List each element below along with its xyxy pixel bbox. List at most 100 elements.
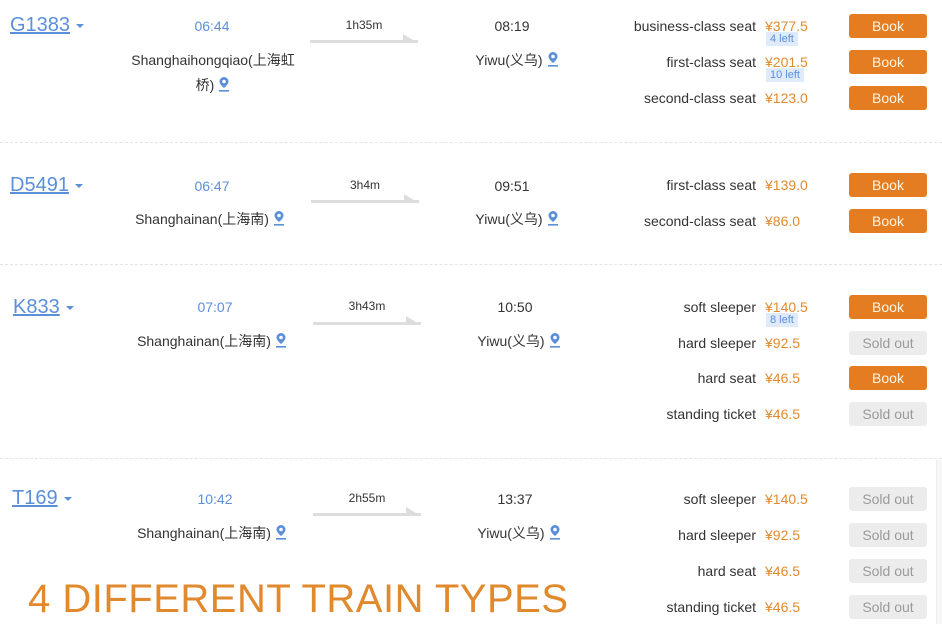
arrival-time: 09:51 (494, 178, 530, 194)
to-station: Yiwu(义乌) (462, 207, 572, 232)
train-number: T169 (12, 487, 58, 509)
seat-type: soft sleeper (683, 491, 756, 507)
seat-option: soft sleeper ¥140.5 8 left Book (560, 295, 942, 327)
caret-down-icon[interactable] (65, 305, 74, 310)
train-number: D5491 (10, 174, 69, 196)
map-pin-icon[interactable] (547, 51, 559, 67)
sold-out-button[interactable]: Sold out (849, 559, 927, 583)
to-station-name: Yiwu(义乌) (477, 525, 545, 541)
seat-price: ¥139.0 (765, 177, 808, 193)
caret-down-icon[interactable] (76, 23, 85, 28)
seat-price: ¥46.5 (765, 370, 801, 386)
seat-type: standing ticket (666, 599, 757, 615)
map-pin-icon[interactable] (218, 76, 230, 92)
seat-option: soft sleeper ¥140.5 Sold out (560, 487, 942, 511)
seat-option: first-class seat ¥139.0 Book (560, 173, 942, 197)
scrollbar[interactable] (936, 460, 942, 624)
seat-option: second-class seat ¥123.0 Book (560, 86, 942, 110)
book-button[interactable]: Book (849, 50, 927, 74)
duration: 1h35m (345, 18, 383, 32)
train-row: D5491 06:47 3h4m 09:51 Shanghainan(上海南) … (0, 143, 942, 265)
sold-out-button[interactable]: Sold out (849, 595, 927, 619)
seat-option: hard sleeper ¥92.5 Sold out (560, 331, 942, 355)
sold-out-button[interactable]: Sold out (849, 487, 927, 511)
seat-price: ¥46.5 (765, 406, 801, 422)
seat-type: second-class seat (643, 90, 756, 106)
to-station: Yiwu(义乌) (462, 48, 572, 73)
from-station: Shanghainan(上海南) (120, 207, 300, 232)
arrival-time: 10:50 (497, 299, 533, 315)
seat-price: ¥123.0 (765, 90, 808, 106)
train-number-link[interactable]: D5491 (10, 174, 83, 197)
to-station-name: Yiwu(义乌) (475, 211, 543, 227)
map-pin-icon[interactable] (275, 524, 287, 540)
seat-option: standing ticket ¥46.5 Sold out (560, 595, 942, 619)
departure-time: 10:42 (197, 491, 233, 507)
seat-option: hard seat ¥46.5 Sold out (560, 559, 942, 583)
duration: 3h4m (349, 178, 381, 192)
seat-price: ¥92.5 (765, 527, 801, 543)
from-station-name: Shanghainan(上海南) (137, 525, 271, 541)
from-station: Shanghainan(上海南) (122, 329, 302, 354)
caption-overlay: 4 DIFFERENT TRAIN TYPES (28, 577, 569, 621)
train-number: G1383 (10, 14, 71, 36)
map-pin-icon[interactable] (549, 524, 561, 540)
seat-option: standing ticket ¥46.5 Sold out (560, 402, 942, 426)
seat-price: ¥92.5 (765, 335, 801, 351)
seat-option: hard sleeper ¥92.5 Sold out (560, 523, 942, 547)
departure-time: 07:07 (197, 299, 233, 315)
to-station: Yiwu(义乌) (464, 521, 574, 546)
train-row: K833 07:07 3h43m 10:50 Shanghainan(上海南) … (0, 265, 942, 459)
train-number-link[interactable]: K833 (13, 296, 74, 319)
book-button[interactable]: Book (849, 86, 927, 110)
duration: 3h43m (348, 299, 386, 313)
train-number-link[interactable]: T169 (12, 487, 72, 510)
arrow-right-icon (313, 507, 421, 516)
train-number: K833 (13, 296, 60, 318)
caret-down-icon[interactable] (74, 183, 83, 188)
from-station: Shanghainan(上海南) (122, 521, 302, 546)
from-station-name: Shanghainan(上海南) (137, 333, 271, 349)
seat-type: hard seat (697, 370, 756, 386)
from-station: Shanghaihongqiao(上海虹桥) (128, 48, 298, 98)
departure-time: 06:44 (194, 18, 230, 34)
sold-out-button[interactable]: Sold out (849, 402, 927, 426)
train-number-link[interactable]: G1383 (10, 14, 85, 37)
to-station-name: Yiwu(义乌) (477, 333, 545, 349)
train-row: G1383 06:44 1h35m 08:19 Shanghaihongqiao… (0, 0, 942, 143)
seat-type: hard sleeper (678, 335, 756, 351)
duration: 2h55m (348, 491, 386, 505)
book-button[interactable]: Book (849, 209, 927, 233)
book-button[interactable]: Book (849, 366, 927, 390)
to-station-name: Yiwu(义乌) (475, 52, 543, 68)
seat-type: business-class seat (633, 18, 756, 34)
caret-down-icon[interactable] (63, 496, 72, 501)
seat-price: ¥86.0 (765, 213, 801, 229)
book-button[interactable]: Book (849, 173, 927, 197)
seats-left-badge: 10 left (766, 68, 804, 82)
from-station-name: Shanghaihongqiao(上海虹桥) (131, 52, 295, 93)
arrival-time: 13:37 (497, 491, 533, 507)
sold-out-button[interactable]: Sold out (849, 523, 927, 547)
seat-price: ¥140.5 (765, 491, 808, 507)
seat-type: hard seat (697, 563, 756, 579)
map-pin-icon[interactable] (547, 210, 559, 226)
seat-type: first-class seat (666, 54, 756, 70)
seat-option: first-class seat ¥201.5 10 left Book (560, 50, 942, 82)
seat-option: second-class seat ¥86.0 Book (560, 209, 942, 233)
seat-option: business-class seat ¥377.5 4 left Book (560, 14, 942, 46)
seat-price: ¥46.5 (765, 599, 801, 615)
map-pin-icon[interactable] (275, 332, 287, 348)
sold-out-button[interactable]: Sold out (849, 331, 927, 355)
seats-left-badge: 4 left (766, 32, 798, 46)
seat-type: first-class seat (666, 177, 756, 193)
arrow-right-icon (310, 34, 418, 43)
map-pin-icon[interactable] (549, 332, 561, 348)
book-button[interactable]: Book (849, 295, 927, 319)
map-pin-icon[interactable] (273, 210, 285, 226)
seat-type: second-class seat (643, 213, 756, 229)
book-button[interactable]: Book (849, 14, 927, 38)
seats-left-badge: 8 left (766, 313, 798, 327)
seat-type: hard sleeper (678, 527, 756, 543)
arrival-time: 08:19 (494, 18, 530, 34)
